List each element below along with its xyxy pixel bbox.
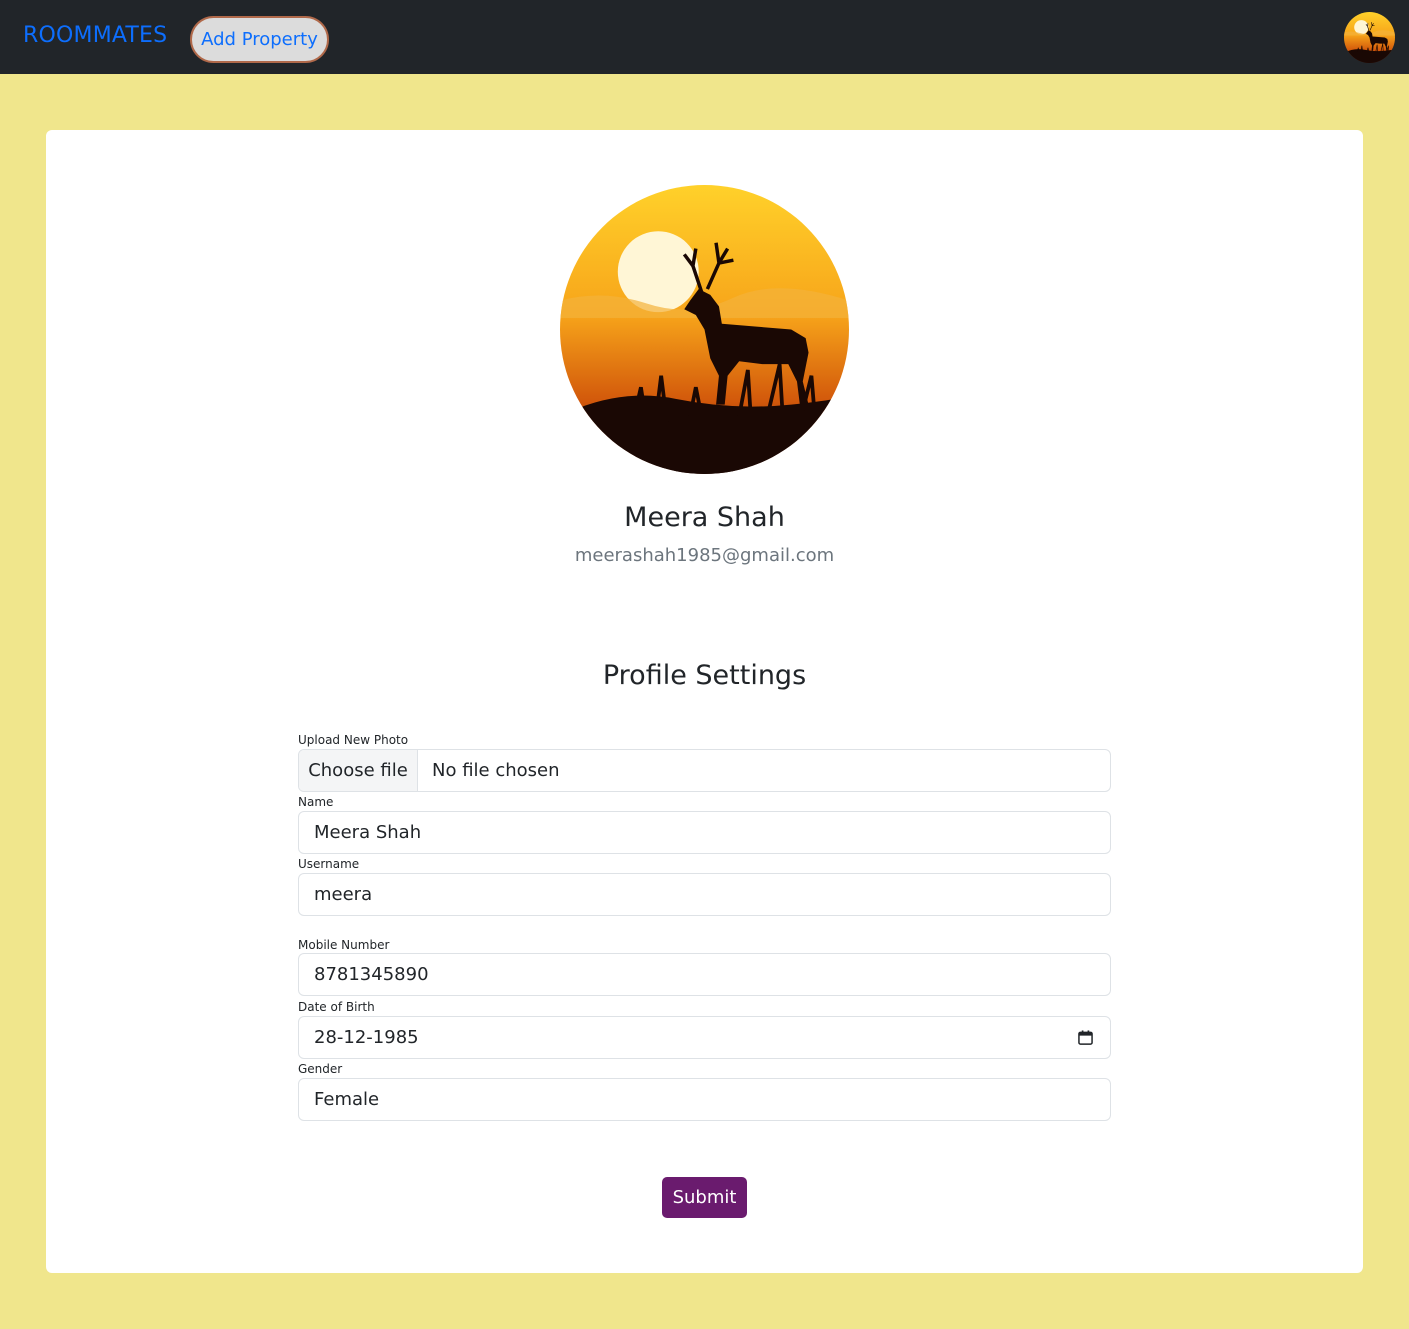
gender-label: Gender (298, 1062, 343, 1076)
add-property-button[interactable]: Add Property (190, 16, 329, 63)
brand-logo-link[interactable]: ROOMMATES (23, 23, 167, 48)
calendar-icon[interactable] (1078, 1030, 1093, 1045)
date-of-birth-field[interactable]: 28-12-1985 (298, 1016, 1111, 1059)
mobile-number-input[interactable]: 8781345890 (298, 953, 1111, 996)
profile-email: meerashah1985@gmail.com (574, 545, 835, 566)
gender-input[interactable]: Female (298, 1078, 1111, 1121)
profile-name: Meera Shah (624, 502, 785, 533)
top-navbar: ROOMMATES Add Property (0, 0, 1409, 74)
upload-photo-input[interactable]: Choose file No file chosen (298, 749, 1111, 792)
upload-photo-label: Upload New Photo (298, 733, 409, 747)
username-input[interactable]: meera (298, 873, 1111, 916)
profile-settings-title: Profile Settings (602, 660, 807, 691)
mobile-number-label: Mobile Number (298, 938, 390, 952)
profile-card: Meera Shah meerashah1985@gmail.com Profi… (46, 130, 1363, 1273)
date-of-birth-value: 28-12-1985 (314, 1027, 419, 1048)
user-avatar-icon[interactable] (1344, 12, 1395, 63)
date-of-birth-label: Date of Birth (298, 1000, 375, 1014)
name-input[interactable]: Meera Shah (298, 811, 1111, 854)
name-label: Name (298, 795, 334, 809)
file-status-text: No file chosen (432, 760, 560, 781)
submit-button[interactable]: Submit (662, 1177, 747, 1218)
choose-file-button[interactable]: Choose file (299, 750, 418, 791)
username-label: Username (298, 857, 360, 871)
profile-picture (560, 185, 849, 474)
